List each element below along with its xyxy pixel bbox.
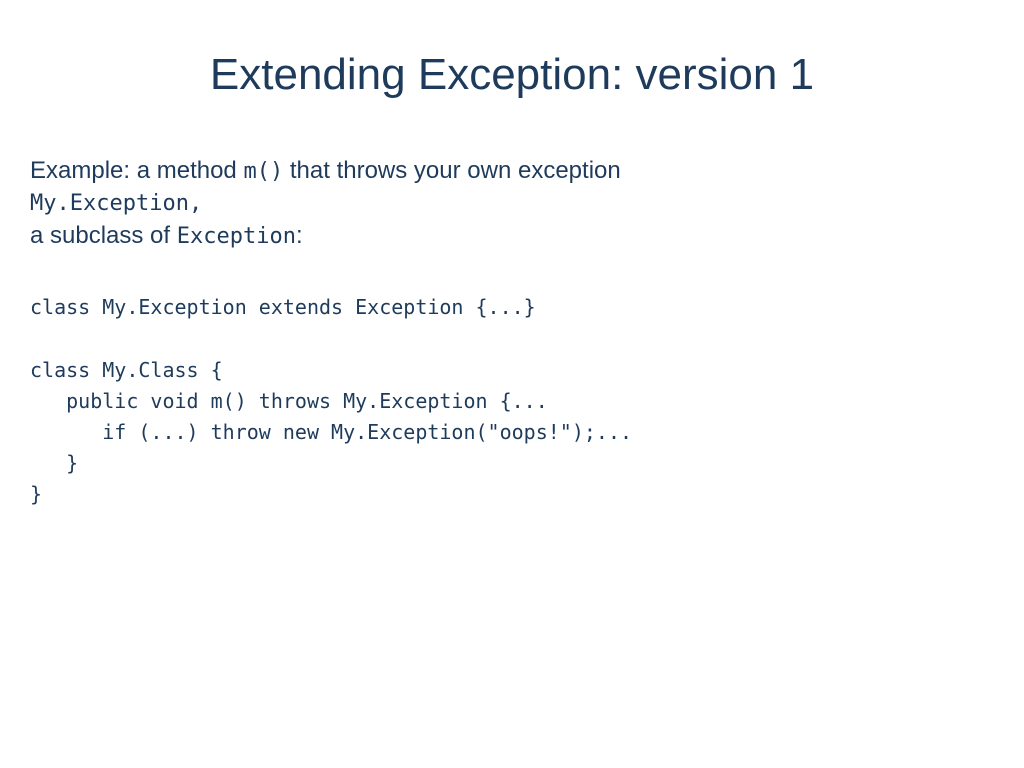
inline-code-myexception: My.Exception, <box>30 191 202 216</box>
inline-code-m: m() <box>243 159 283 184</box>
intro-text-3: a subclass of <box>30 222 177 249</box>
code-block-2: class My.Class { public void m() throws … <box>30 355 994 510</box>
intro-text-2: that throws your own exception <box>283 157 621 184</box>
intro-text-4: : <box>296 222 303 249</box>
inline-code-exception: Exception <box>177 224 296 249</box>
code-block-1: class My.Exception extends Exception {..… <box>30 292 994 323</box>
intro-paragraph: Example: a method m() that throws your o… <box>30 155 994 252</box>
slide-title: Extending Exception: version 1 <box>30 50 994 100</box>
intro-text-1: Example: a method <box>30 157 243 184</box>
